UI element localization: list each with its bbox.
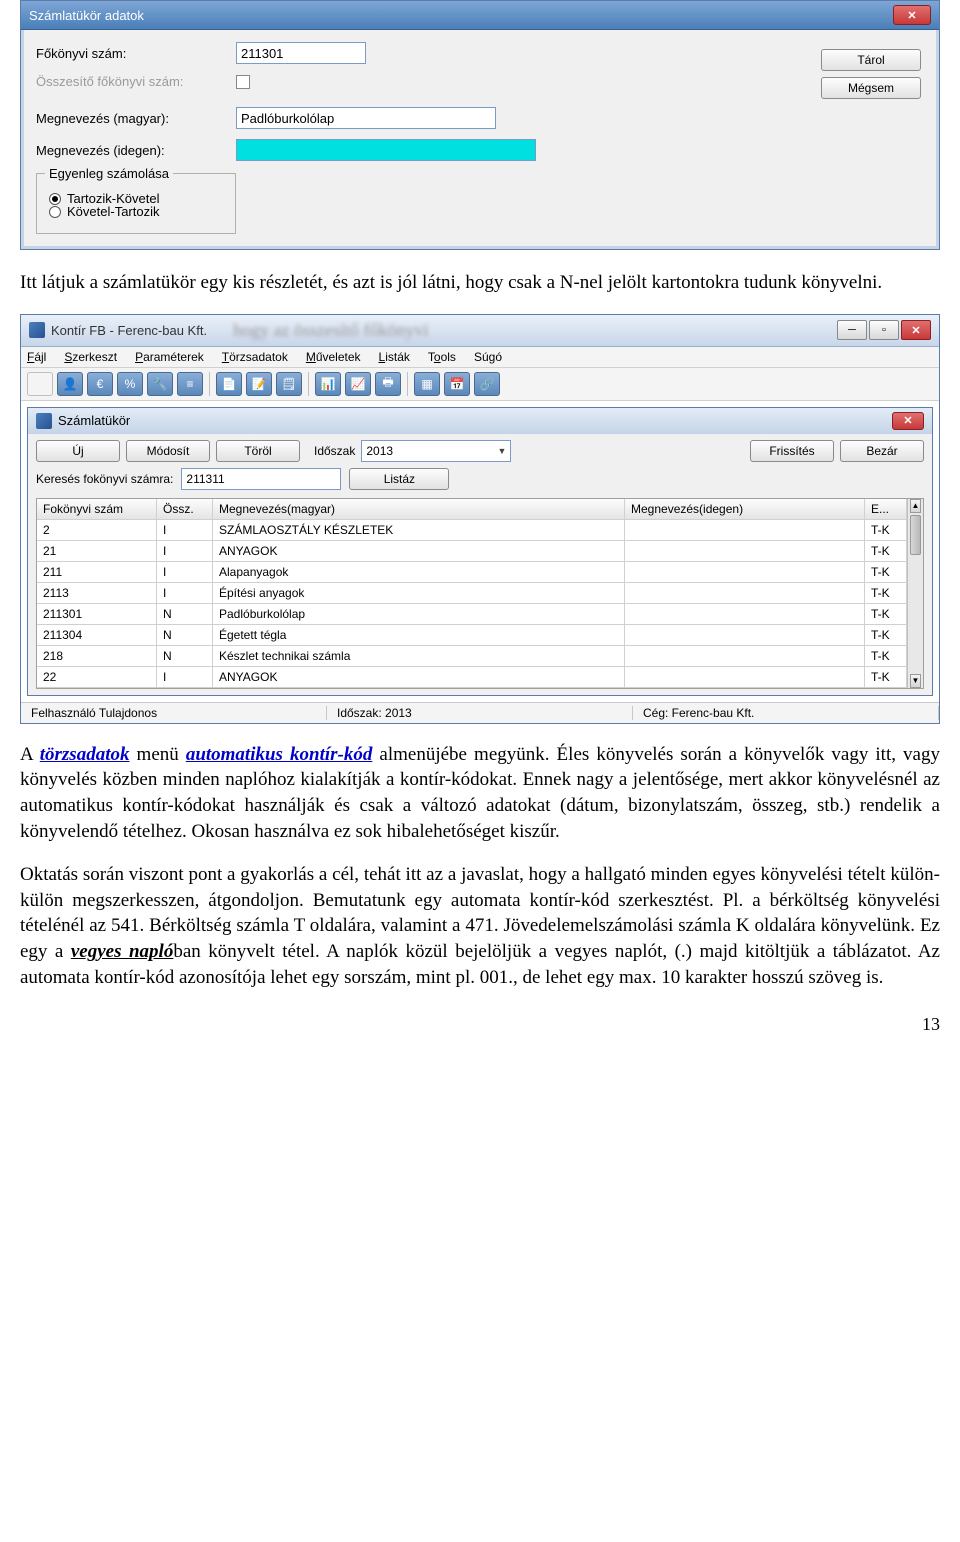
menu-torzsadatok[interactable]: Törzsadatok (222, 350, 288, 364)
minimize-icon[interactable]: ─ (837, 320, 867, 340)
close-icon[interactable]: ✕ (893, 5, 931, 25)
store-button[interactable]: Tárol (821, 49, 921, 71)
table-row[interactable]: 218NKészlet technikai számlaT-K (37, 646, 907, 667)
tool-print-icon[interactable]: 🖶 (375, 372, 401, 396)
tool-wrench-icon[interactable]: 🔧 (147, 372, 173, 396)
child-icon (36, 413, 52, 429)
search-label: Keresés fokönyvi számra: (36, 472, 173, 486)
delete-button[interactable]: Töröl (216, 440, 300, 462)
app-icon (29, 322, 45, 338)
menu-tools[interactable]: Tools (428, 350, 456, 364)
app-title: Kontír FB - Ferenc-bau Kft. (51, 323, 207, 338)
link-torzsadatok: törzsadatok (40, 744, 130, 765)
page-number: 13 (20, 1014, 940, 1035)
scroll-up-icon[interactable]: ▲ (910, 499, 921, 513)
menu-szerkeszt[interactable]: Szerkeszt (64, 350, 117, 364)
label-megnev-idegen: Megnevezés (idegen): (36, 143, 236, 158)
app-window-kontir: Kontír FB - Ferenc-bau Kft. hogy az össz… (20, 314, 940, 724)
period-label: Időszak (314, 444, 355, 458)
checkbox-osszesito[interactable] (236, 75, 250, 89)
radio-kovetel-tartozik[interactable]: Követel-Tartozik (49, 204, 223, 219)
dialog-title: Számlatükör adatok (29, 8, 144, 23)
table-row[interactable]: 22IANYAGOKT-K (37, 667, 907, 688)
maximize-icon[interactable]: ▫ (869, 320, 899, 340)
close-button[interactable]: Bezár (840, 440, 924, 462)
dialog-titlebar[interactable]: Számlatükör adatok ✕ (21, 1, 939, 30)
tool-chart-icon[interactable]: 📊 (315, 372, 341, 396)
table-row[interactable]: 21IANYAGOKT-K (37, 541, 907, 562)
tool-doc2-icon[interactable]: 📝 (246, 372, 272, 396)
child-close-icon[interactable]: ✕ (892, 412, 924, 430)
scroll-thumb[interactable] (910, 515, 921, 555)
search-input[interactable] (181, 468, 341, 490)
label-osszesito: Összesítő főkönyvi szám: (36, 74, 236, 89)
blurred-text: hogy az összesítő főkönyvi (233, 320, 428, 341)
table-row[interactable]: 2ISZÁMLAOSZTÁLY KÉSZLETEKT-K (37, 520, 907, 541)
tool-calc-icon[interactable]: 🗒 (276, 372, 302, 396)
menubar: Fájl Szerkeszt Paraméterek Törzsadatok M… (21, 347, 939, 368)
data-grid: Fokönyvi szám Össz. Megnevezés(magyar) M… (36, 498, 924, 689)
status-company: Cég: Ferenc-bau Kft. (633, 706, 939, 720)
modify-button[interactable]: Módosít (126, 440, 210, 462)
paragraph-2: A törzsadatok menü automatikus kontír-kó… (20, 742, 940, 845)
chevron-down-icon: ▼ (497, 446, 506, 456)
toolbar: 👤 € % 🔧 ≡ 📄 📝 🗒 📊 📈 🖶 ▦ 📅 🔗 (21, 368, 939, 401)
tool-grid-icon[interactable]: ▦ (414, 372, 440, 396)
grid-header[interactable]: Fokönyvi szám Össz. Megnevezés(magyar) M… (37, 499, 907, 520)
period-combo[interactable]: 2013 ▼ (361, 440, 511, 462)
menu-muveletek[interactable]: Műveletek (306, 350, 361, 364)
menu-fajl[interactable]: Fájl (27, 350, 46, 364)
paragraph-3: Oktatás során viszont pont a gyakorlás a… (20, 862, 940, 990)
status-user: Felhasználó Tulajdonos (21, 706, 327, 720)
tool-doc1-icon[interactable]: 📄 (216, 372, 242, 396)
tool-report-icon[interactable]: 📈 (345, 372, 371, 396)
paragraph-1: Itt látjuk a számlatükör egy kis részlet… (20, 270, 940, 296)
label-megnev-hu: Megnevezés (magyar): (36, 111, 236, 126)
tool-list-icon[interactable]: ≡ (177, 372, 203, 396)
new-button[interactable]: Új (36, 440, 120, 462)
child-window-szamlatukor: Számlatükör ✕ Új Módosít Töröl Időszak 2… (27, 407, 933, 696)
statusbar: Felhasználó Tulajdonos Időszak: 2013 Cég… (21, 702, 939, 723)
table-row[interactable]: 211304NÉgetett téglaT-K (37, 625, 907, 646)
dialog-szamlatukor-adatok: Számlatükör adatok ✕ Főkönyvi szám: Össz… (20, 0, 940, 250)
tool-percent-icon[interactable]: % (117, 372, 143, 396)
emph-vegyes-naplo: vegyes napló (71, 941, 173, 962)
tool-link-icon[interactable]: 🔗 (474, 372, 500, 396)
app-titlebar[interactable]: Kontír FB - Ferenc-bau Kft. hogy az össz… (21, 315, 939, 347)
tool-currency-icon[interactable]: € (87, 372, 113, 396)
grid-scrollbar[interactable]: ▲ ▼ (907, 499, 923, 688)
menu-sugo[interactable]: Súgó (474, 350, 502, 364)
input-fokonyvi[interactable] (236, 42, 366, 64)
tool-date-icon[interactable]: 📅 (444, 372, 470, 396)
menu-listak[interactable]: Listák (379, 350, 410, 364)
child-title: Számlatükör (58, 413, 130, 428)
table-row[interactable]: 2113IÉpítési anyagokT-K (37, 583, 907, 604)
menu-parameterek[interactable]: Paraméterek (135, 350, 204, 364)
tool-blank[interactable] (27, 372, 53, 396)
child-titlebar[interactable]: Számlatükör ✕ (28, 408, 932, 434)
input-megnev-idegen[interactable] (236, 139, 536, 161)
close-icon[interactable]: ✕ (901, 320, 931, 340)
list-button[interactable]: Listáz (349, 468, 449, 490)
fieldset-egyenleg: Egyenleg számolása Tartozik-Követel Köve… (36, 173, 236, 234)
scroll-down-icon[interactable]: ▼ (910, 674, 921, 688)
table-row[interactable]: 211IAlapanyagokT-K (37, 562, 907, 583)
input-megnev-hu[interactable] (236, 107, 496, 129)
label-fokonyvi: Főkönyvi szám: (36, 46, 236, 61)
tool-user-icon[interactable]: 👤 (57, 372, 83, 396)
link-auto-kontir: automatikus kontír-kód (186, 744, 373, 765)
fieldset-legend: Egyenleg számolása (45, 166, 173, 181)
cancel-button[interactable]: Mégsem (821, 77, 921, 99)
table-row[interactable]: 211301NPadlóburkolólapT-K (37, 604, 907, 625)
refresh-button[interactable]: Frissítés (750, 440, 834, 462)
status-period: Időszak: 2013 (327, 706, 633, 720)
